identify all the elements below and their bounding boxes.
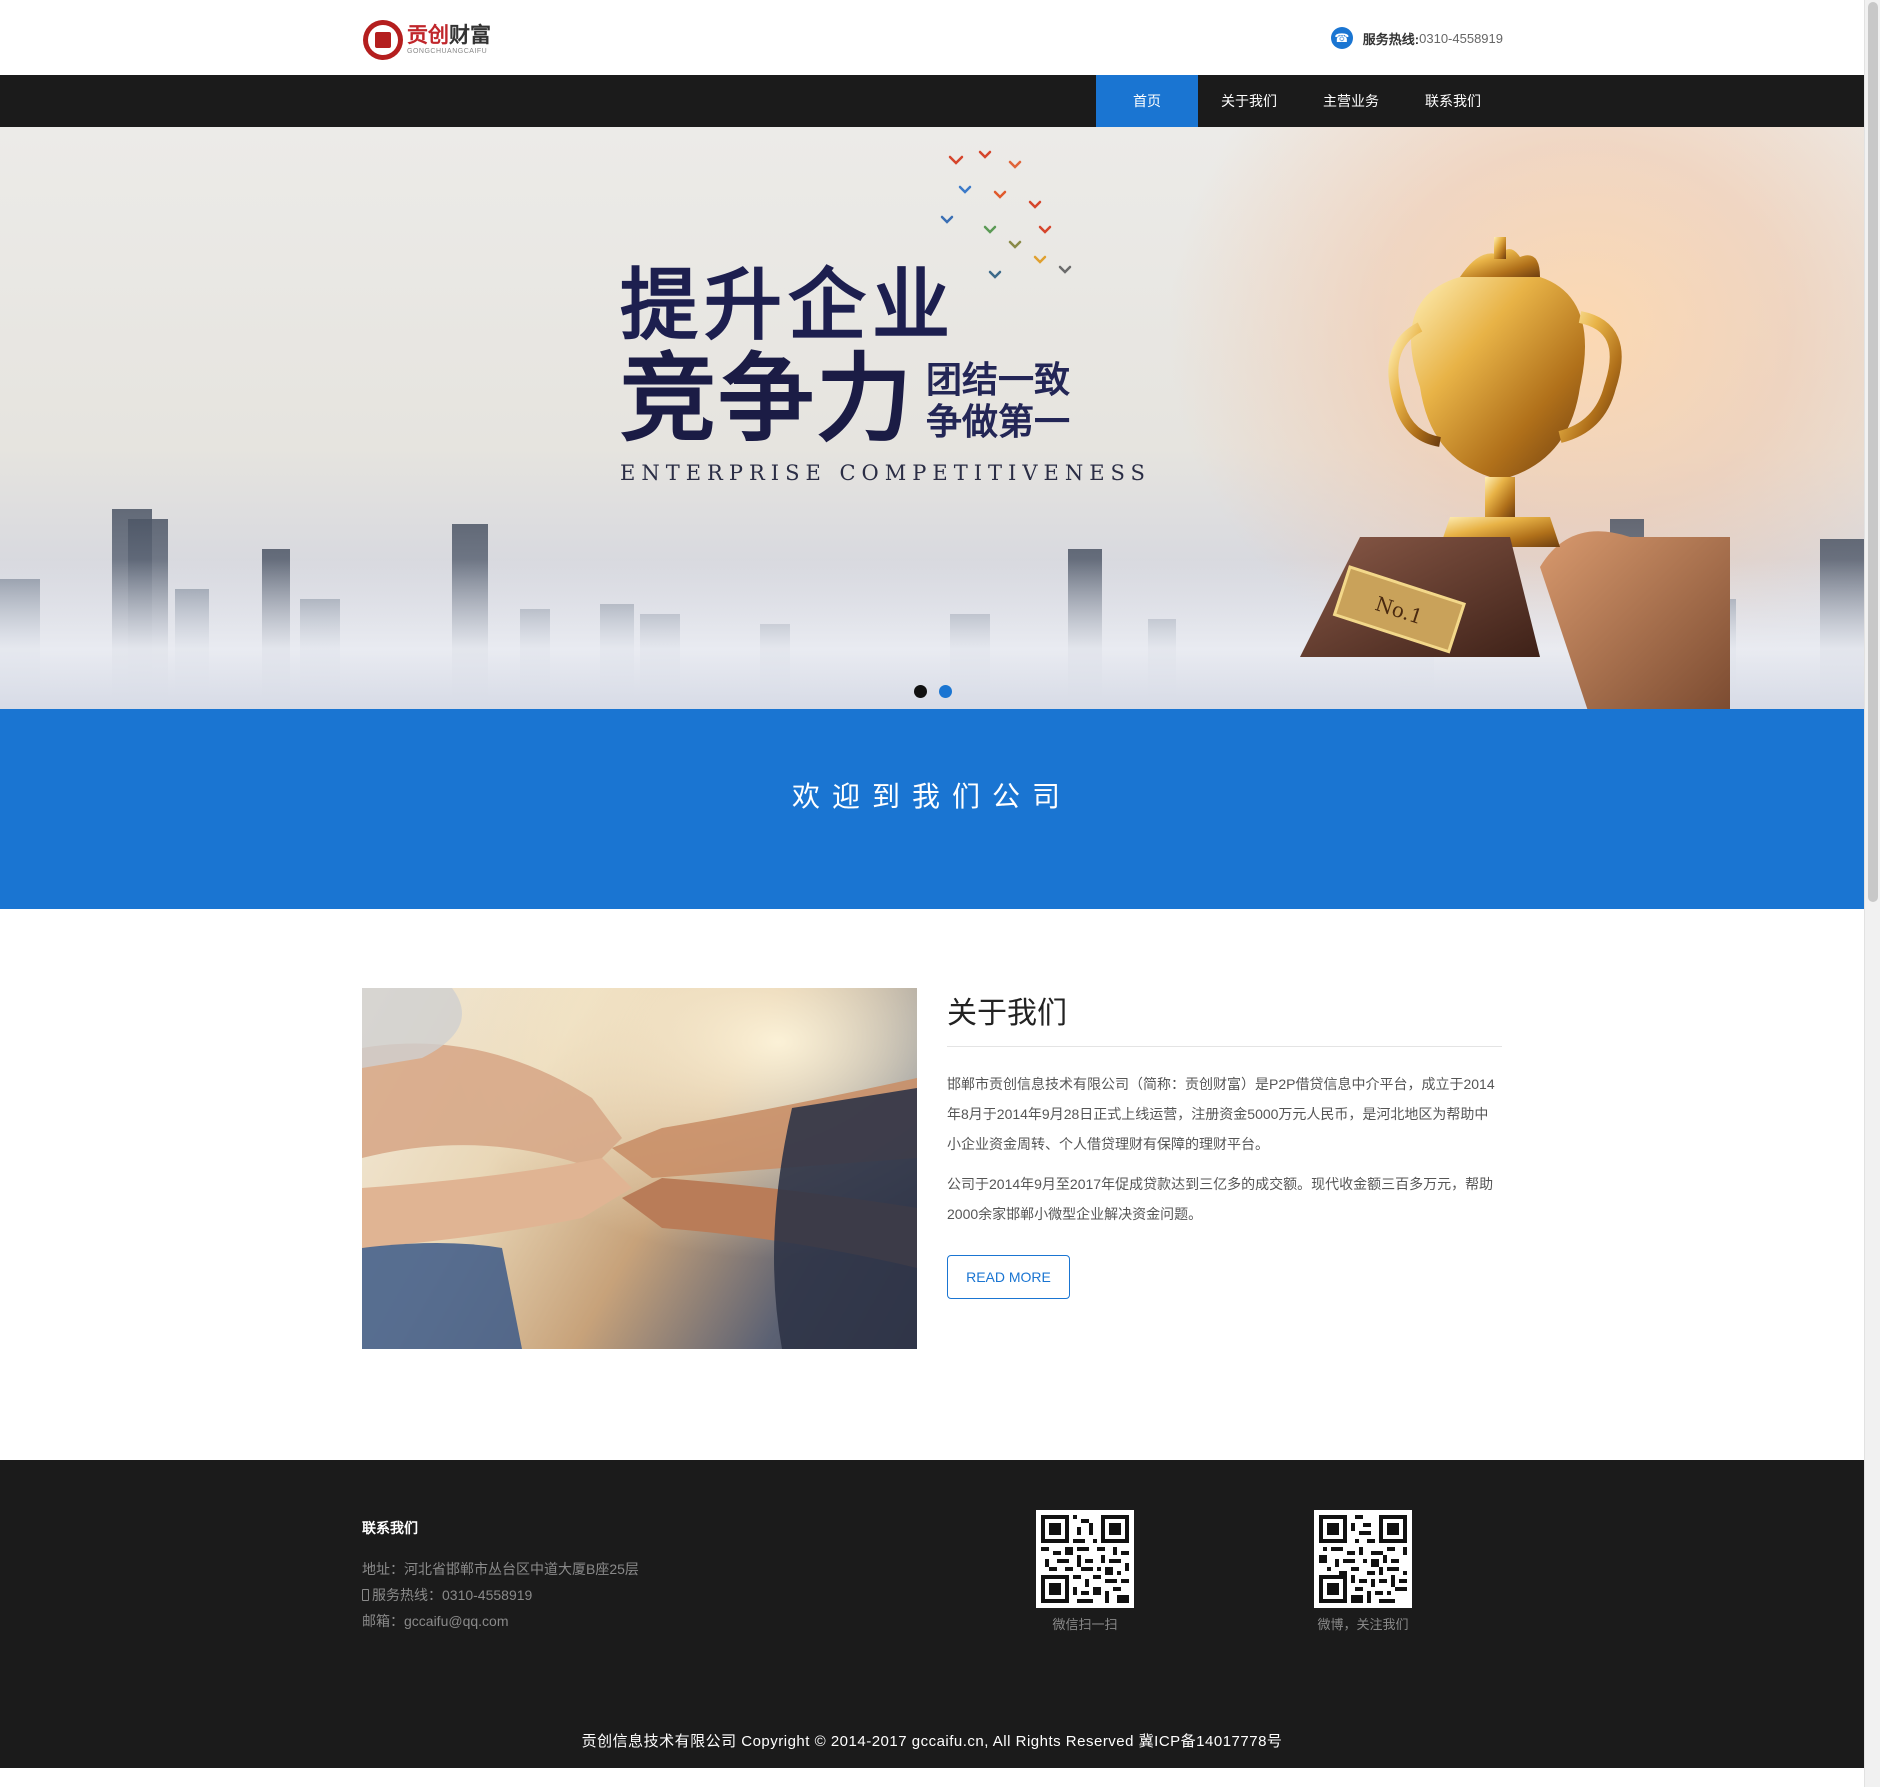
banner-headline: 提升企业 竞争力 团结一致 争做第一 ENTERPRISE COMPETITIV… xyxy=(620,267,1151,485)
trophy-illustration: No.1 xyxy=(1300,237,1730,709)
mobile-icon xyxy=(362,1589,369,1601)
about-paragraph-2: 公司于2014年9月至2017年促成贷款达到三亿多的成交额。现代收金额三百多万元… xyxy=(947,1176,1494,1222)
copyright: 贡创信息技术有限公司 Copyright © 2014-2017 gccaifu… xyxy=(581,1733,1283,1750)
hotline-label: 服务热线: xyxy=(1362,31,1420,47)
footer-phone: 服务热线：0310-4558919 xyxy=(362,1586,639,1604)
header-hotline: ☎ 服务热线: 0310-4558919 xyxy=(1330,27,1503,49)
vertical-scrollbar[interactable] xyxy=(1864,0,1880,1787)
footer-email: 邮箱：gccaifu@qq.com xyxy=(362,1613,509,1629)
banner-slogan: 团结一致 争做第一 xyxy=(926,360,1070,443)
site-footer: 联系我们 地址：河北省邯郸市丛台区中道大厦B座25层 服务热线：0310-455… xyxy=(0,1460,1864,1768)
birds-illustration xyxy=(940,150,1072,279)
weibo-qr-code xyxy=(1314,1510,1412,1608)
carousel-dots xyxy=(914,685,952,698)
banner-slogan-a: 团结一致 xyxy=(926,360,1071,402)
hero-banner: 提升企业 竞争力 团结一致 争做第一 ENTERPRISE COMPETITIV… xyxy=(0,127,1864,709)
logo-icon xyxy=(363,20,403,60)
read-more-button[interactable]: READ MORE xyxy=(947,1255,1070,1299)
banner-slogan-b: 争做第一 xyxy=(926,401,1071,443)
main-nav: 首页 关于我们 主营业务 联系我们 xyxy=(0,75,1864,127)
nav-item-about[interactable]: 关于我们 xyxy=(1198,75,1300,127)
wechat-qr-code xyxy=(1036,1510,1134,1608)
hotline-number: 0310-4558919 xyxy=(1419,30,1503,46)
site-header: 贡创财富 GONGCHUANGCAIFU ☎ 服务热线: 0310-455891… xyxy=(0,0,1864,75)
banner-line2-row: 竞争力 团结一致 争做第一 xyxy=(620,351,1151,447)
about-title: 关于我们 xyxy=(947,988,1502,1047)
logo-name-dark: 财富 xyxy=(449,24,491,47)
footer-contact-title: 联系我们 xyxy=(362,1520,418,1536)
site-logo[interactable]: 贡创财富 GONGCHUANGCAIFU xyxy=(363,20,491,60)
weibo-qr: 微博，关注我们 xyxy=(1314,1510,1412,1633)
about-paragraph-1: 邯郸市贡创信息技术有限公司（简称：贡创财富）是P2P借贷信息中介平台，成立于20… xyxy=(947,1076,1495,1152)
qr-code-icon xyxy=(1319,1515,1407,1603)
nav-item-home[interactable]: 首页 xyxy=(1096,75,1198,127)
about-section: 关于我们 邯郸市贡创信息技术有限公司（简称：贡创财富）是P2P借贷信息中介平台，… xyxy=(947,988,1502,1299)
footer-phone-text: 服务热线：0310-4558919 xyxy=(372,1587,533,1603)
nav-item-business[interactable]: 主营业务 xyxy=(1300,75,1402,127)
welcome-band: 欢迎到我们公司 xyxy=(0,709,1864,909)
logo-subtitle: GONGCHUANGCAIFU xyxy=(407,48,488,55)
banner-line2: 竞争力 xyxy=(620,343,914,455)
scrollbar-thumb[interactable] xyxy=(1868,2,1878,902)
carousel-dot-1[interactable] xyxy=(914,685,927,698)
banner-english: ENTERPRISE COMPETITIVENESS xyxy=(620,461,1151,485)
logo-name-red: 贡创 xyxy=(407,24,449,47)
team-hands-image xyxy=(362,988,917,1349)
qr-code-icon xyxy=(1041,1515,1129,1603)
footer-contact: 联系我们 地址：河北省邯郸市丛台区中道大厦B座25层 服务热线：0310-455… xyxy=(362,1518,639,1638)
logo-name: 贡创财富 xyxy=(407,25,491,46)
about-image xyxy=(362,988,917,1349)
footer-address: 地址：河北省邯郸市丛台区中道大厦B座25层 xyxy=(362,1561,639,1577)
welcome-title: 欢迎到我们公司 xyxy=(791,781,1072,812)
wechat-qr-caption: 微信扫一扫 xyxy=(1052,1617,1118,1632)
banner-line1: 提升企业 xyxy=(620,261,957,351)
logo-text: 贡创财富 GONGCHUANGCAIFU xyxy=(407,25,491,55)
carousel-dot-2[interactable] xyxy=(939,685,952,698)
nav-item-contact[interactable]: 联系我们 xyxy=(1402,75,1504,127)
phone-icon: ☎ xyxy=(1330,27,1353,49)
weibo-qr-caption: 微博，关注我们 xyxy=(1317,1617,1409,1632)
wechat-qr: 微信扫一扫 xyxy=(1036,1510,1134,1633)
page: 贡创财富 GONGCHUANGCAIFU ☎ 服务热线: 0310-455891… xyxy=(0,0,1864,1787)
